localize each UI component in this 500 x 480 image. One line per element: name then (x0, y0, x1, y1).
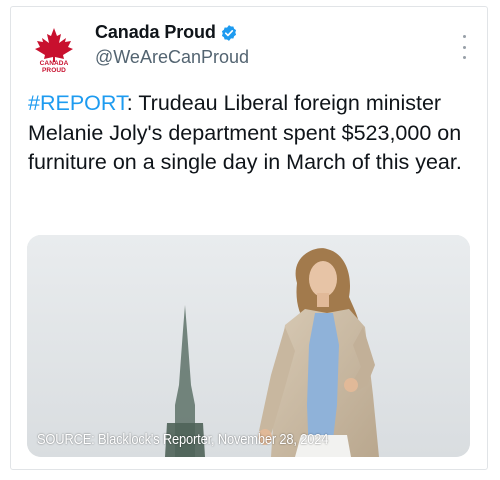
tweet-media-image[interactable]: SOURCE: Blacklock's Reporter, November 2… (27, 235, 470, 457)
tweet-card: CANADA PROUD Canada Proud @WeAreCanProud… (10, 6, 488, 470)
account-handle[interactable]: @WeAreCanProud (95, 47, 249, 68)
tweet-text: #REPORT: Trudeau Liberal foreign ministe… (28, 89, 478, 178)
verified-badge-icon (221, 24, 236, 41)
more-vertical-icon[interactable] (461, 35, 467, 59)
avatar[interactable]: CANADA PROUD (28, 26, 80, 78)
logo-text: CANADA PROUD (39, 60, 69, 74)
image-caption: SOURCE: Blacklock's Reporter, November 2… (37, 431, 329, 448)
photo (27, 235, 470, 457)
hashtag-link[interactable]: #REPORT (28, 91, 127, 115)
maple-leaf-icon (35, 28, 73, 62)
account-name-row: Canada Proud (95, 22, 238, 43)
account-name[interactable]: Canada Proud (95, 22, 216, 43)
